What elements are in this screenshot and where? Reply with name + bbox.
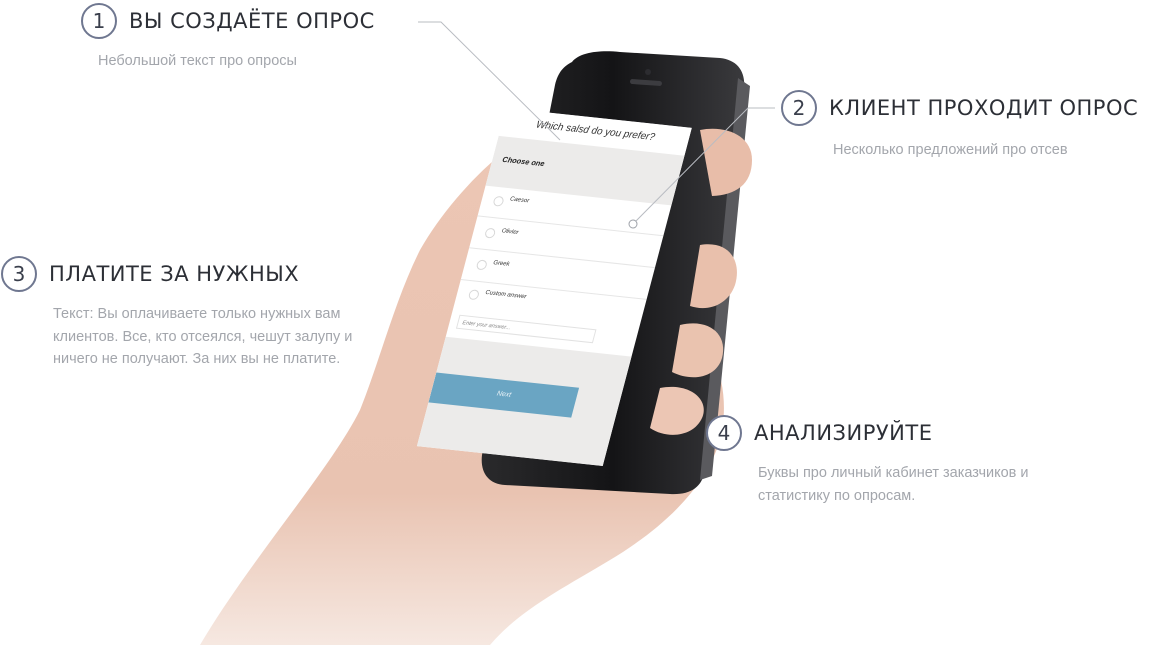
step-title: ВЫ СОЗДАЁТЕ ОПРОС	[129, 9, 375, 33]
radio-icon[interactable]	[483, 227, 497, 239]
step-number-badge: 1	[81, 3, 117, 39]
step-number-badge: 4	[706, 415, 742, 451]
radio-icon[interactable]	[475, 259, 488, 271]
step-description: Буквы про личный кабинет заказчиков и ст…	[758, 465, 1029, 504]
option-label: Custom answer	[484, 289, 527, 301]
step-number-badge: 3	[1, 256, 37, 292]
step-3-callout: 3 ПЛАТИТЕ ЗА НУЖНЫХ Текст: Вы оплачивает…	[1, 256, 363, 371]
step-description: Несколько предложений про отсев	[833, 142, 1068, 158]
step-title: АНАЛИЗИРУЙТЕ	[754, 421, 933, 445]
option-label: Caesor	[509, 196, 530, 205]
step-description: Небольшой текст про опросы	[98, 53, 297, 69]
step-title: КЛИЕНТ ПРОХОДИТ ОПРОС	[829, 96, 1139, 120]
choose-one-label: Choose one	[501, 154, 546, 169]
option-label: Greek	[492, 260, 511, 268]
step-number-badge: 2	[781, 90, 817, 126]
radio-icon[interactable]	[467, 289, 481, 301]
step-description: Текст: Вы оплачиваете только нужных вам …	[53, 306, 353, 367]
step-4-callout: 4 АНАЛИЗИРУЙТЕ Буквы про личный кабинет …	[706, 415, 1068, 507]
step-title: ПЛАТИТЕ ЗА НУЖНЫХ	[49, 262, 300, 286]
promo-stage: Which salsd do you prefer? Choose one Ca…	[0, 0, 1163, 645]
option-label: Olivier	[500, 228, 520, 237]
radio-icon[interactable]	[492, 195, 505, 207]
step-2-callout: 2 КЛИЕНТ ПРОХОДИТ ОПРОС Несколько предло…	[781, 90, 1138, 162]
step-1-callout: 1 ВЫ СОЗДАЁТЕ ОПРОС Небольшой текст про …	[81, 3, 375, 73]
